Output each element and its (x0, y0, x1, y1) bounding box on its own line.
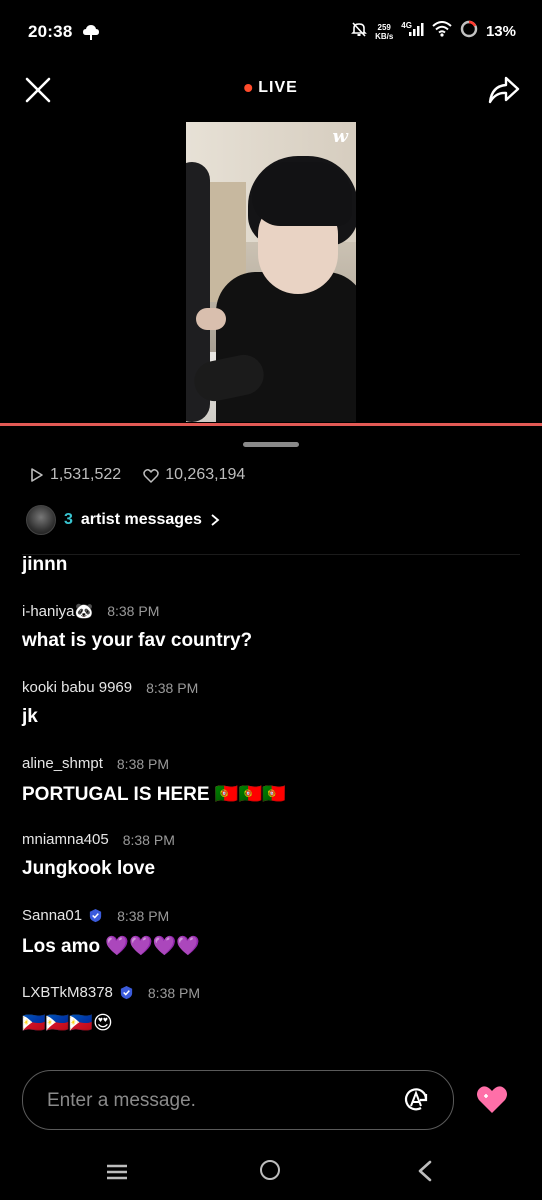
recent-apps-button[interactable] (104, 1162, 130, 1182)
sheet-drag-handle[interactable] (243, 442, 299, 447)
home-icon[interactable] (260, 1160, 280, 1180)
username[interactable]: i-haniya🐼 (22, 602, 93, 620)
close-icon (25, 77, 51, 103)
message-text: 🇵🇭🇵🇭🇵🇭😍 (22, 1013, 113, 1034)
live-header: LIVE (0, 64, 542, 114)
cloud-icon (82, 23, 100, 46)
share-button[interactable] (486, 72, 522, 108)
verified-badge-icon (120, 985, 133, 1000)
video-progress-bar (0, 423, 542, 426)
message-text: jk (22, 706, 38, 727)
message-time: 8:38 PM (146, 679, 199, 696)
recent-apps-icon (107, 1164, 127, 1180)
message-text: what is your fav country? (22, 630, 253, 651)
wifi-icon (432, 21, 452, 42)
close-button[interactable] (22, 74, 54, 106)
message-time: 8:38 PM (147, 984, 201, 1001)
chat-message: LXBTkM8378 8:38 PM 🇵🇭🇵🇭🇵🇭😍 (22, 984, 200, 1035)
like-count-icon (143, 468, 159, 483)
chat-message: mniamna405 8:38 PM Jungkook love (22, 831, 175, 880)
speed-unit: KB/s (375, 31, 394, 41)
play-count: 1,531,522 (50, 466, 122, 483)
message-text: jinnn (22, 554, 68, 575)
message-text: Los amo 💜💜💜💜 (22, 936, 201, 957)
artist-avatar (26, 505, 56, 535)
network-speed: 259 KB/s (375, 23, 393, 41)
chat-message-partial: jinnn (22, 554, 67, 576)
battery-percent: 13% (485, 23, 516, 40)
username[interactable]: aline_shmpt (22, 755, 103, 772)
weverse-logo: w (332, 126, 349, 147)
divider (22, 554, 520, 555)
back-icon (418, 1160, 432, 1182)
like-count: 10,263,194 (165, 466, 246, 483)
username[interactable]: Sanna01 (22, 907, 82, 924)
back-button[interactable] (416, 1160, 434, 1182)
chevron-right-icon (211, 514, 220, 526)
verified-badge-icon (89, 908, 102, 923)
live-stats: 1,531,522 10,263,194 (30, 466, 245, 484)
battery-ring-icon (460, 20, 478, 43)
speed-value: 259 (377, 22, 391, 32)
live-dot-icon (244, 84, 253, 92)
artist-message-count: 3 (64, 511, 73, 528)
message-composer (22, 1070, 454, 1130)
play-count-icon (31, 468, 43, 482)
artist-messages-label: artist messages (80, 511, 202, 528)
username[interactable]: kooki babu 9969 (22, 679, 132, 696)
chat-message: Sanna01 8:38 PM Los amo 💜💜💜💜 (22, 907, 200, 958)
system-nav-bar (0, 1140, 542, 1200)
message-time: 8:38 PM (116, 755, 170, 772)
message-text: PORTUGAL IS HERE 🇵🇹🇵🇹🇵🇹 (22, 784, 286, 805)
translate-button[interactable] (401, 1085, 431, 1115)
network-type: 4G (401, 21, 412, 30)
translate-icon (404, 1088, 428, 1111)
status-time: 20:38 (28, 22, 73, 41)
message-time: 8:38 PM (122, 831, 175, 848)
username[interactable]: mniamna405 (22, 831, 109, 848)
chat-message: i-haniya🐼 8:38 PM what is your fav count… (22, 602, 252, 652)
message-input[interactable] (45, 1086, 379, 1116)
live-label: LIVE (258, 79, 298, 96)
share-icon (488, 76, 520, 104)
send-heart-button[interactable] (474, 1082, 510, 1118)
message-time: 8:38 PM (117, 907, 170, 924)
message-time: 8:38 PM (107, 603, 160, 619)
mute-icon (351, 21, 367, 42)
heart-icon (477, 1086, 507, 1113)
status-bar: 20:38 259 KB/s 4G 13% (0, 0, 542, 64)
artist-messages-button[interactable]: 3 artist messages (26, 505, 220, 535)
username[interactable]: LXBTkM8378 (22, 984, 113, 1001)
live-badge: LIVE (244, 79, 298, 97)
chat-message: aline_shmpt 8:38 PM PORTUGAL IS HERE 🇵🇹🇵… (22, 755, 286, 806)
message-text: Jungkook love (22, 858, 156, 879)
live-video-player[interactable]: w (186, 122, 356, 422)
chat-message: kooki babu 9969 8:38 PM jk (22, 679, 198, 728)
